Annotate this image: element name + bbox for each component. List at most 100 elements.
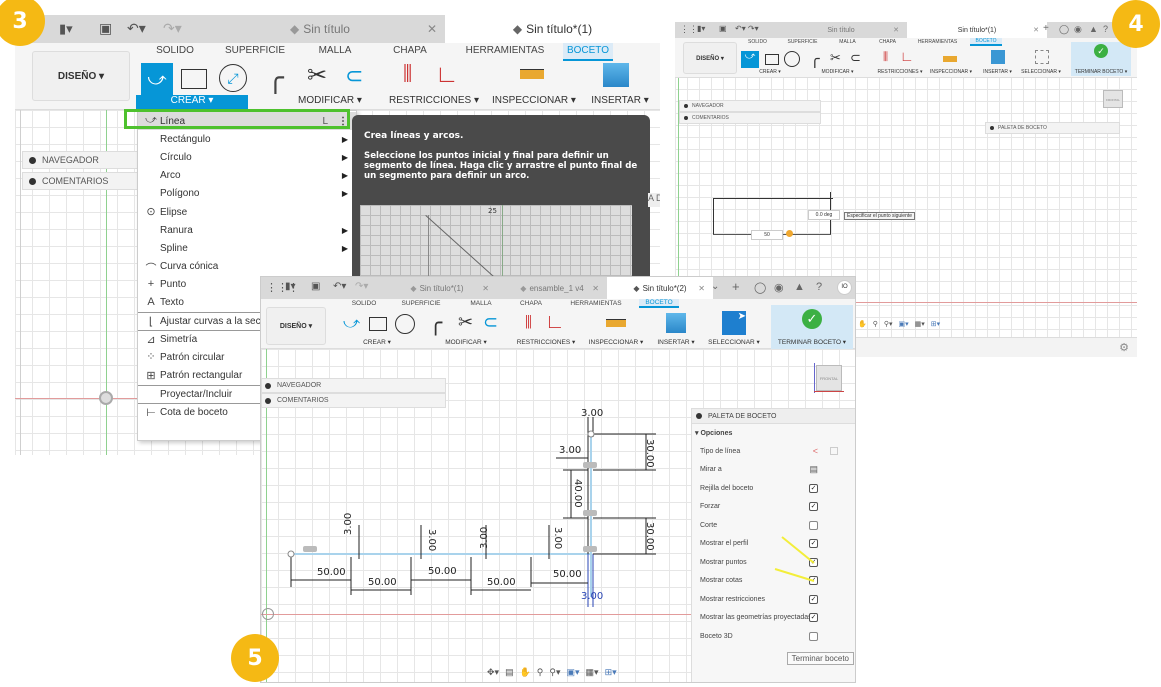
offset-icon[interactable]: ⊂ (850, 50, 861, 66)
checkbox[interactable]: ✓ (809, 483, 818, 493)
menu-item-círculo[interactable]: Círculo ▶ (138, 148, 356, 166)
modify-group-button[interactable]: MODIFICAR ▾ (285, 95, 375, 106)
workspace-selector[interactable]: DISEÑO ▾ (683, 42, 737, 74)
constraints-group-button[interactable]: RESTRICCIONES ▾ (389, 95, 479, 106)
tab-herramientas[interactable]: HERRAMIENTAS (465, 45, 545, 56)
trim-icon[interactable]: ✂ (830, 50, 841, 66)
display-icon[interactable]: ▣▾ (567, 667, 580, 678)
orbit-icon[interactable]: ✥▾ (487, 667, 499, 678)
sketch-palette-header[interactable]: PALETA DE BOCETO (692, 409, 855, 424)
menu-item-spline[interactable]: Spline ▶ (138, 239, 356, 257)
workspace-selector[interactable]: DISEÑO ▾ (32, 51, 130, 101)
finish-sketch-palette-button[interactable]: Terminar boceto (786, 652, 854, 665)
settings-icon[interactable]: ⚙ (1119, 341, 1129, 354)
rectangle-tool-icon[interactable] (765, 54, 779, 65)
coincident-constraint-icon[interactable]: ⫼ (403, 63, 412, 86)
save-icon[interactable]: ▣ (99, 20, 112, 37)
constraints-group-button[interactable]: RESTRICCIONES ▾ (875, 69, 925, 75)
expand-icon[interactable] (684, 104, 688, 108)
angle-input[interactable]: 0.0 deg (808, 210, 840, 220)
tab-chapa[interactable]: CHAPA (390, 45, 430, 56)
checkbox[interactable]: ✓ (809, 502, 818, 511)
zoom-icon[interactable]: ⚲ (537, 667, 544, 678)
circle-tool-icon[interactable] (784, 51, 800, 67)
look-at-icon[interactable]: ▤ (809, 464, 818, 475)
expand-icon[interactable] (684, 116, 688, 120)
menu-item-ranura[interactable]: Ranura ▶ (138, 221, 356, 239)
rectangle-tool-icon[interactable] (181, 69, 207, 89)
finish-sketch-button[interactable]: ✓ TERMINAR BOCETO ▾ (1071, 42, 1131, 76)
insert-image-icon[interactable] (603, 63, 629, 87)
extensions-icon[interactable]: ◉ (1074, 24, 1082, 35)
tab-superficie[interactable]: SUPERFICIE (225, 45, 285, 56)
insert-image-icon[interactable] (991, 50, 1005, 64)
tab-herramientas[interactable]: HERRAMIENTAS (915, 39, 960, 45)
menu-item-elipse[interactable]: ⊙ Elipse (138, 203, 356, 221)
checkbox[interactable]: ✓ (809, 613, 818, 622)
measure-icon[interactable] (943, 56, 957, 62)
viewports-icon[interactable]: ⊞▾ (931, 320, 940, 328)
expand-icon[interactable] (990, 126, 994, 130)
collapse-icon[interactable] (696, 413, 702, 419)
navigator-panel[interactable]: NAVEGADOR (679, 100, 821, 112)
doc-tab-active[interactable]: Sin título*(1) ✕ (907, 22, 1047, 38)
modify-group-button[interactable]: MODIFICAR ▾ (815, 69, 860, 75)
save-icon[interactable]: ▣ (719, 24, 727, 33)
perpendicular-constraint-icon[interactable]: ∟ (900, 48, 914, 64)
line-type-icon[interactable]: < (813, 446, 818, 456)
select-group-button[interactable]: SELECCIONAR ▾ (1020, 69, 1062, 75)
tab-boceto[interactable]: BOCETO (970, 38, 1002, 46)
undo-icon[interactable]: ↶▾ (127, 20, 146, 37)
inspect-group-button[interactable]: INSPECCIONAR ▾ (930, 69, 972, 75)
redo-icon[interactable]: ↷▾ (163, 20, 182, 37)
grid-icon[interactable]: ▦▾ (915, 320, 925, 328)
display-icon[interactable]: ▣▾ (899, 320, 909, 328)
checkbox[interactable]: ✓ (809, 594, 818, 604)
apps-icon[interactable]: ⋮⋮ (680, 24, 698, 35)
perpendicular-constraint-icon[interactable]: ∟ (435, 61, 459, 89)
inspect-group-button[interactable]: INSPECCIONAR ▾ (492, 95, 576, 106)
pan-icon[interactable]: ✋ (858, 320, 867, 328)
menu-item-rectángulo[interactable]: Rectángulo ▶ (138, 130, 356, 148)
menu-item-arco[interactable]: Arco ▶ (138, 167, 356, 185)
trim-icon[interactable]: ✂ (307, 61, 327, 90)
circle-tool-icon[interactable]: ⤢ (219, 64, 247, 92)
notifications-icon[interactable]: ▲ (1089, 24, 1098, 34)
length-input[interactable]: 50 (751, 230, 783, 240)
tab-solido[interactable]: SOLIDO (155, 45, 195, 56)
select-icon[interactable] (1035, 50, 1049, 64)
insert-group-button[interactable]: INSERTAR ▾ (980, 69, 1015, 75)
tab-malla[interactable]: MALLA (835, 39, 860, 45)
insert-group-button[interactable]: INSERTAR ▾ (590, 95, 650, 106)
expand-icon[interactable] (29, 177, 36, 185)
fit-icon[interactable]: ⚲▾ (884, 320, 893, 328)
pan-icon[interactable]: ✋ (520, 667, 531, 678)
comments-panel[interactable]: COMENTARIOS (22, 172, 142, 190)
doc-tab[interactable]: ◆ Sin título ✕ (195, 15, 445, 43)
tab-superficie[interactable]: SUPERFICIE (785, 39, 820, 45)
doc-tab-active[interactable]: ◆ Sin título*(1) (445, 15, 660, 43)
close-tab-icon[interactable]: ✕ (1033, 26, 1039, 34)
new-tab-icon[interactable]: + (1043, 23, 1049, 34)
expand-icon[interactable] (29, 156, 36, 164)
line-tool-button[interactable]: ⤻ (741, 51, 759, 68)
fit-icon[interactable]: ⚲▾ (549, 667, 560, 678)
look-at-icon[interactable]: ▤ (505, 667, 514, 678)
viewports-icon[interactable]: ⊞▾ (605, 667, 617, 678)
tab-boceto[interactable]: BOCETO (563, 43, 613, 61)
help-icon[interactable]: ? (1103, 24, 1108, 34)
create-group-button[interactable]: CREAR ▾ (755, 69, 785, 75)
tab-solido[interactable]: SOLIDO (745, 39, 770, 45)
checkbox[interactable] (809, 631, 818, 641)
close-tab-icon[interactable]: ✕ (427, 22, 437, 36)
fillet-icon[interactable]: ╭ (810, 49, 820, 69)
offset-icon[interactable]: ⊂ (345, 63, 363, 89)
create-group-button[interactable]: CREAR ▾ (136, 95, 248, 109)
fillet-icon[interactable]: ╭ (267, 61, 284, 94)
doc-tab[interactable]: Sin título ✕ (775, 22, 907, 38)
sketch-palette-panel[interactable]: PALETA DE BOCETO (985, 122, 1120, 134)
line-tool-button[interactable]: ⤻ (141, 63, 173, 95)
file-icon[interactable]: ▮▾ (59, 21, 73, 37)
file-icon[interactable]: ▮▾ (697, 24, 705, 33)
menu-item-polígono[interactable]: Polígono ▶ (138, 185, 356, 203)
